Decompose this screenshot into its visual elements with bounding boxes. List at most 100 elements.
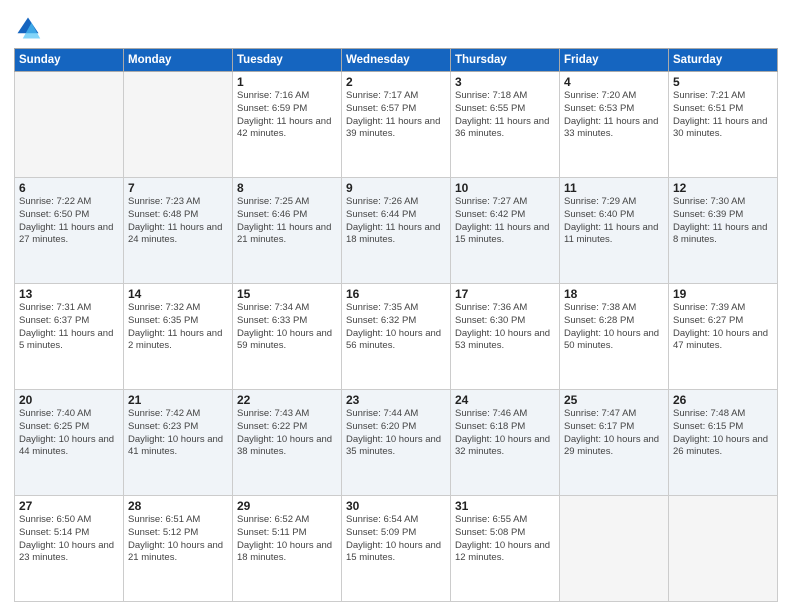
day-number: 7 [128,181,228,195]
calendar-cell: 17Sunrise: 7:36 AM Sunset: 6:30 PM Dayli… [451,284,560,390]
calendar-cell: 3Sunrise: 7:18 AM Sunset: 6:55 PM Daylig… [451,72,560,178]
calendar-cell: 2Sunrise: 7:17 AM Sunset: 6:57 PM Daylig… [342,72,451,178]
day-detail: Sunrise: 7:27 AM Sunset: 6:42 PM Dayligh… [455,196,555,247]
calendar-cell: 26Sunrise: 7:48 AM Sunset: 6:15 PM Dayli… [669,390,778,496]
weekday-header-thursday: Thursday [451,49,560,72]
calendar-cell: 27Sunrise: 6:50 AM Sunset: 5:14 PM Dayli… [15,496,124,602]
day-detail: Sunrise: 6:52 AM Sunset: 5:11 PM Dayligh… [237,514,337,565]
weekday-header-monday: Monday [124,49,233,72]
calendar-cell [124,72,233,178]
calendar-cell: 23Sunrise: 7:44 AM Sunset: 6:20 PM Dayli… [342,390,451,496]
day-number: 15 [237,287,337,301]
day-number: 10 [455,181,555,195]
weekday-header-tuesday: Tuesday [233,49,342,72]
day-number: 11 [564,181,664,195]
day-number: 20 [19,393,119,407]
day-number: 24 [455,393,555,407]
calendar-table: SundayMondayTuesdayWednesdayThursdayFrid… [14,48,778,602]
day-detail: Sunrise: 7:40 AM Sunset: 6:25 PM Dayligh… [19,408,119,459]
day-detail: Sunrise: 7:43 AM Sunset: 6:22 PM Dayligh… [237,408,337,459]
page: SundayMondayTuesdayWednesdayThursdayFrid… [0,0,792,612]
weekday-header-saturday: Saturday [669,49,778,72]
day-detail: Sunrise: 6:54 AM Sunset: 5:09 PM Dayligh… [346,514,446,565]
day-number: 6 [19,181,119,195]
day-detail: Sunrise: 7:26 AM Sunset: 6:44 PM Dayligh… [346,196,446,247]
calendar-cell: 13Sunrise: 7:31 AM Sunset: 6:37 PM Dayli… [15,284,124,390]
day-number: 3 [455,75,555,89]
day-number: 2 [346,75,446,89]
weekday-header-row: SundayMondayTuesdayWednesdayThursdayFrid… [15,49,778,72]
calendar-cell [669,496,778,602]
day-number: 25 [564,393,664,407]
day-number: 29 [237,499,337,513]
day-number: 8 [237,181,337,195]
day-number: 17 [455,287,555,301]
calendar-cell: 18Sunrise: 7:38 AM Sunset: 6:28 PM Dayli… [560,284,669,390]
day-detail: Sunrise: 7:16 AM Sunset: 6:59 PM Dayligh… [237,90,337,141]
day-number: 31 [455,499,555,513]
day-detail: Sunrise: 7:30 AM Sunset: 6:39 PM Dayligh… [673,196,773,247]
calendar-cell: 31Sunrise: 6:55 AM Sunset: 5:08 PM Dayli… [451,496,560,602]
day-detail: Sunrise: 7:22 AM Sunset: 6:50 PM Dayligh… [19,196,119,247]
week-row-2: 13Sunrise: 7:31 AM Sunset: 6:37 PM Dayli… [15,284,778,390]
calendar-cell: 10Sunrise: 7:27 AM Sunset: 6:42 PM Dayli… [451,178,560,284]
day-number: 14 [128,287,228,301]
calendar-cell [15,72,124,178]
day-detail: Sunrise: 7:48 AM Sunset: 6:15 PM Dayligh… [673,408,773,459]
day-detail: Sunrise: 7:21 AM Sunset: 6:51 PM Dayligh… [673,90,773,141]
day-detail: Sunrise: 6:50 AM Sunset: 5:14 PM Dayligh… [19,514,119,565]
calendar-cell: 15Sunrise: 7:34 AM Sunset: 6:33 PM Dayli… [233,284,342,390]
day-number: 9 [346,181,446,195]
weekday-header-friday: Friday [560,49,669,72]
day-detail: Sunrise: 7:44 AM Sunset: 6:20 PM Dayligh… [346,408,446,459]
day-number: 1 [237,75,337,89]
day-detail: Sunrise: 7:38 AM Sunset: 6:28 PM Dayligh… [564,302,664,353]
calendar-cell: 5Sunrise: 7:21 AM Sunset: 6:51 PM Daylig… [669,72,778,178]
day-number: 4 [564,75,664,89]
day-detail: Sunrise: 7:35 AM Sunset: 6:32 PM Dayligh… [346,302,446,353]
calendar-cell: 12Sunrise: 7:30 AM Sunset: 6:39 PM Dayli… [669,178,778,284]
day-number: 27 [19,499,119,513]
day-detail: Sunrise: 7:36 AM Sunset: 6:30 PM Dayligh… [455,302,555,353]
calendar-cell: 24Sunrise: 7:46 AM Sunset: 6:18 PM Dayli… [451,390,560,496]
day-number: 26 [673,393,773,407]
calendar-cell [560,496,669,602]
day-number: 12 [673,181,773,195]
calendar-cell: 1Sunrise: 7:16 AM Sunset: 6:59 PM Daylig… [233,72,342,178]
day-number: 16 [346,287,446,301]
day-number: 30 [346,499,446,513]
calendar-cell: 8Sunrise: 7:25 AM Sunset: 6:46 PM Daylig… [233,178,342,284]
weekday-header-wednesday: Wednesday [342,49,451,72]
calendar-cell: 25Sunrise: 7:47 AM Sunset: 6:17 PM Dayli… [560,390,669,496]
calendar-cell: 22Sunrise: 7:43 AM Sunset: 6:22 PM Dayli… [233,390,342,496]
day-detail: Sunrise: 6:55 AM Sunset: 5:08 PM Dayligh… [455,514,555,565]
header [14,10,778,42]
day-detail: Sunrise: 7:32 AM Sunset: 6:35 PM Dayligh… [128,302,228,353]
day-number: 28 [128,499,228,513]
day-detail: Sunrise: 7:17 AM Sunset: 6:57 PM Dayligh… [346,90,446,141]
day-detail: Sunrise: 7:29 AM Sunset: 6:40 PM Dayligh… [564,196,664,247]
calendar-cell: 21Sunrise: 7:42 AM Sunset: 6:23 PM Dayli… [124,390,233,496]
calendar-cell: 4Sunrise: 7:20 AM Sunset: 6:53 PM Daylig… [560,72,669,178]
logo-icon [14,14,42,42]
day-detail: Sunrise: 6:51 AM Sunset: 5:12 PM Dayligh… [128,514,228,565]
calendar-cell: 28Sunrise: 6:51 AM Sunset: 5:12 PM Dayli… [124,496,233,602]
week-row-1: 6Sunrise: 7:22 AM Sunset: 6:50 PM Daylig… [15,178,778,284]
day-number: 21 [128,393,228,407]
day-detail: Sunrise: 7:34 AM Sunset: 6:33 PM Dayligh… [237,302,337,353]
logo [14,14,46,42]
day-number: 13 [19,287,119,301]
calendar-cell: 6Sunrise: 7:22 AM Sunset: 6:50 PM Daylig… [15,178,124,284]
day-number: 22 [237,393,337,407]
day-number: 23 [346,393,446,407]
day-detail: Sunrise: 7:18 AM Sunset: 6:55 PM Dayligh… [455,90,555,141]
calendar-cell: 16Sunrise: 7:35 AM Sunset: 6:32 PM Dayli… [342,284,451,390]
day-detail: Sunrise: 7:20 AM Sunset: 6:53 PM Dayligh… [564,90,664,141]
day-detail: Sunrise: 7:23 AM Sunset: 6:48 PM Dayligh… [128,196,228,247]
day-number: 19 [673,287,773,301]
weekday-header-sunday: Sunday [15,49,124,72]
day-detail: Sunrise: 7:31 AM Sunset: 6:37 PM Dayligh… [19,302,119,353]
calendar-cell: 30Sunrise: 6:54 AM Sunset: 5:09 PM Dayli… [342,496,451,602]
calendar-cell: 9Sunrise: 7:26 AM Sunset: 6:44 PM Daylig… [342,178,451,284]
week-row-4: 27Sunrise: 6:50 AM Sunset: 5:14 PM Dayli… [15,496,778,602]
